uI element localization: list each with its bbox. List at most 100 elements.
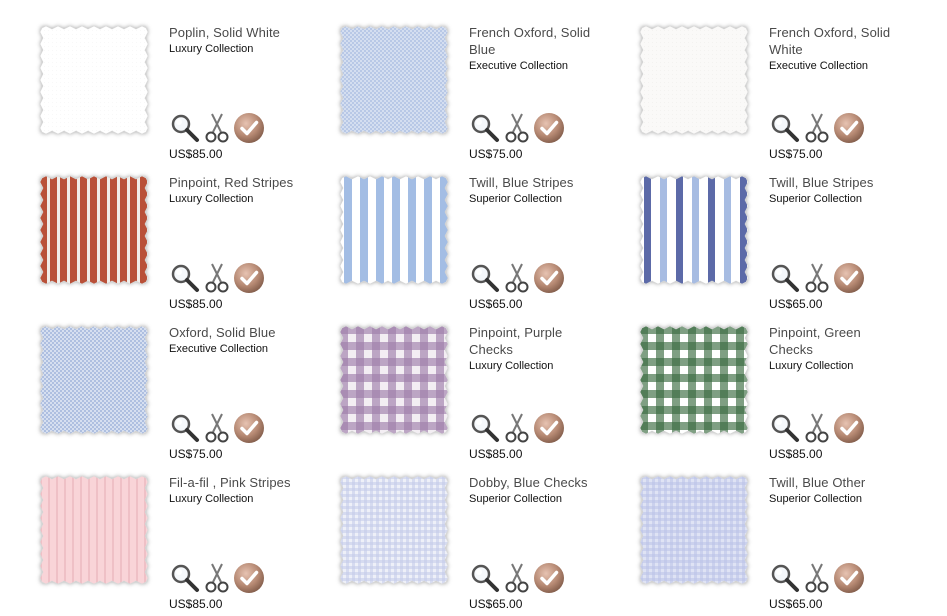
- checkmark-icon[interactable]: [533, 262, 565, 294]
- fabric-collection: Luxury Collection: [469, 360, 554, 372]
- fabric-name[interactable]: Poplin, Solid White: [169, 24, 299, 41]
- magnifier-icon[interactable]: [769, 262, 801, 294]
- fabric-swatch[interactable]: [640, 476, 748, 584]
- fabric-swatch[interactable]: [340, 26, 448, 134]
- fabric-card[interactable]: Pinpoint, Purple Checks Luxury Collection…: [300, 324, 600, 461]
- scissors-icon[interactable]: [801, 412, 833, 444]
- fabric-card[interactable]: Twill, Blue Other Superior Collection US$6…: [600, 474, 900, 611]
- fabric-info: Twill, Blue Stripes Superior Collection US…: [469, 174, 599, 311]
- magnifier-icon[interactable]: [169, 112, 201, 144]
- fabric-collection: Luxury Collection: [169, 493, 254, 505]
- checkmark-icon[interactable]: [533, 112, 565, 144]
- fabric-card[interactable]: French Oxford, Solid White Executive Coll…: [600, 24, 900, 161]
- fabric-card[interactable]: Pinpoint, Red Stripes Luxury Collection US…: [0, 174, 300, 311]
- fabric-info: Twill, Blue Other Superior Collection US$6…: [769, 474, 899, 611]
- scissors-icon[interactable]: [201, 262, 233, 294]
- fabric-collection: Superior Collection: [469, 493, 562, 505]
- magnifier-icon[interactable]: [169, 412, 201, 444]
- scissors-icon[interactable]: [501, 112, 533, 144]
- fabric-actions: [769, 262, 865, 294]
- fabric-collection: Superior Collection: [769, 493, 862, 505]
- scissors-icon[interactable]: [501, 262, 533, 294]
- fabric-info: Pinpoint, Purple Checks Luxury Collection…: [469, 324, 599, 461]
- fabric-card[interactable]: Twill, Blue Stripes Superior Collection US…: [600, 174, 900, 311]
- fabric-price: US$85.00: [469, 447, 523, 461]
- fabric-actions: [169, 112, 265, 144]
- fabric-card[interactable]: Fil-a-fil , Pink Stripes Luxury Collectio…: [0, 474, 300, 611]
- magnifier-icon[interactable]: [469, 562, 501, 594]
- magnifier-icon[interactable]: [769, 412, 801, 444]
- fabric-name[interactable]: Twill, Blue Stripes: [469, 174, 599, 191]
- fabric-name[interactable]: Fil-a-fil , Pink Stripes: [169, 474, 299, 491]
- checkmark-icon[interactable]: [533, 562, 565, 594]
- fabric-name[interactable]: Dobby, Blue Checks: [469, 474, 599, 491]
- magnifier-icon[interactable]: [469, 412, 501, 444]
- fabric-card[interactable]: French Oxford, Solid Blue Executive Colle…: [300, 24, 600, 161]
- fabric-swatch[interactable]: [340, 176, 448, 284]
- fabric-price: US$85.00: [169, 297, 223, 311]
- checkmark-icon[interactable]: [833, 112, 865, 144]
- fabric-swatch[interactable]: [640, 26, 748, 134]
- fabric-price: US$85.00: [769, 447, 823, 461]
- fabric-actions: [469, 562, 565, 594]
- fabric-swatch[interactable]: [640, 176, 748, 284]
- fabric-info: French Oxford, Solid Blue Executive Colle…: [469, 24, 599, 161]
- magnifier-icon[interactable]: [169, 262, 201, 294]
- fabric-grid: Poplin, Solid White Luxury Collection US$8…: [0, 0, 947, 616]
- fabric-collection: Superior Collection: [769, 193, 862, 205]
- fabric-card[interactable]: Oxford, Solid Blue Executive Collection US…: [0, 324, 300, 461]
- checkmark-icon[interactable]: [833, 562, 865, 594]
- scissors-icon[interactable]: [801, 112, 833, 144]
- fabric-name[interactable]: French Oxford, Solid White: [769, 24, 899, 58]
- fabric-card[interactable]: Dobby, Blue Checks Superior Collection US$…: [300, 474, 600, 611]
- fabric-name[interactable]: Twill, Blue Other: [769, 474, 899, 491]
- fabric-collection: Superior Collection: [469, 193, 562, 205]
- checkmark-icon[interactable]: [233, 412, 265, 444]
- fabric-swatch[interactable]: [640, 326, 748, 434]
- fabric-collection: Luxury Collection: [769, 360, 854, 372]
- magnifier-icon[interactable]: [469, 112, 501, 144]
- fabric-swatch[interactable]: [40, 476, 148, 584]
- fabric-actions: [169, 262, 265, 294]
- magnifier-icon[interactable]: [169, 562, 201, 594]
- scissors-icon[interactable]: [201, 412, 233, 444]
- fabric-info: Poplin, Solid White Luxury Collection US$8…: [169, 24, 299, 161]
- magnifier-icon[interactable]: [769, 562, 801, 594]
- scissors-icon[interactable]: [501, 562, 533, 594]
- fabric-swatch[interactable]: [40, 326, 148, 434]
- checkmark-icon[interactable]: [233, 112, 265, 144]
- fabric-actions: [469, 112, 565, 144]
- checkmark-icon[interactable]: [233, 262, 265, 294]
- fabric-name[interactable]: Pinpoint, Green Checks: [769, 324, 899, 358]
- checkmark-icon[interactable]: [233, 562, 265, 594]
- fabric-swatch[interactable]: [40, 26, 148, 134]
- fabric-name[interactable]: French Oxford, Solid Blue: [469, 24, 599, 58]
- scissors-icon[interactable]: [201, 112, 233, 144]
- fabric-card[interactable]: Pinpoint, Green Checks Luxury Collection U…: [600, 324, 900, 461]
- fabric-name[interactable]: Pinpoint, Red Stripes: [169, 174, 299, 191]
- fabric-name[interactable]: Oxford, Solid Blue: [169, 324, 299, 341]
- fabric-name[interactable]: Twill, Blue Stripes: [769, 174, 899, 191]
- checkmark-icon[interactable]: [833, 412, 865, 444]
- fabric-collection: Luxury Collection: [169, 43, 254, 55]
- checkmark-icon[interactable]: [533, 412, 565, 444]
- fabric-info: French Oxford, Solid White Executive Coll…: [769, 24, 899, 161]
- magnifier-icon[interactable]: [469, 262, 501, 294]
- fabric-info: Twill, Blue Stripes Superior Collection US…: [769, 174, 899, 311]
- checkmark-icon[interactable]: [833, 262, 865, 294]
- fabric-name[interactable]: Pinpoint, Purple Checks: [469, 324, 599, 358]
- fabric-swatch[interactable]: [40, 176, 148, 284]
- fabric-actions: [469, 262, 565, 294]
- fabric-swatch[interactable]: [340, 476, 448, 584]
- fabric-price: US$75.00: [169, 447, 223, 461]
- fabric-price: US$65.00: [469, 297, 523, 311]
- scissors-icon[interactable]: [201, 562, 233, 594]
- fabric-card[interactable]: Twill, Blue Stripes Superior Collection US…: [300, 174, 600, 311]
- scissors-icon[interactable]: [501, 412, 533, 444]
- scissors-icon[interactable]: [801, 562, 833, 594]
- scissors-icon[interactable]: [801, 262, 833, 294]
- fabric-card[interactable]: Poplin, Solid White Luxury Collection US$8…: [0, 24, 300, 161]
- fabric-swatch[interactable]: [340, 326, 448, 434]
- fabric-price: US$65.00: [469, 597, 523, 611]
- magnifier-icon[interactable]: [769, 112, 801, 144]
